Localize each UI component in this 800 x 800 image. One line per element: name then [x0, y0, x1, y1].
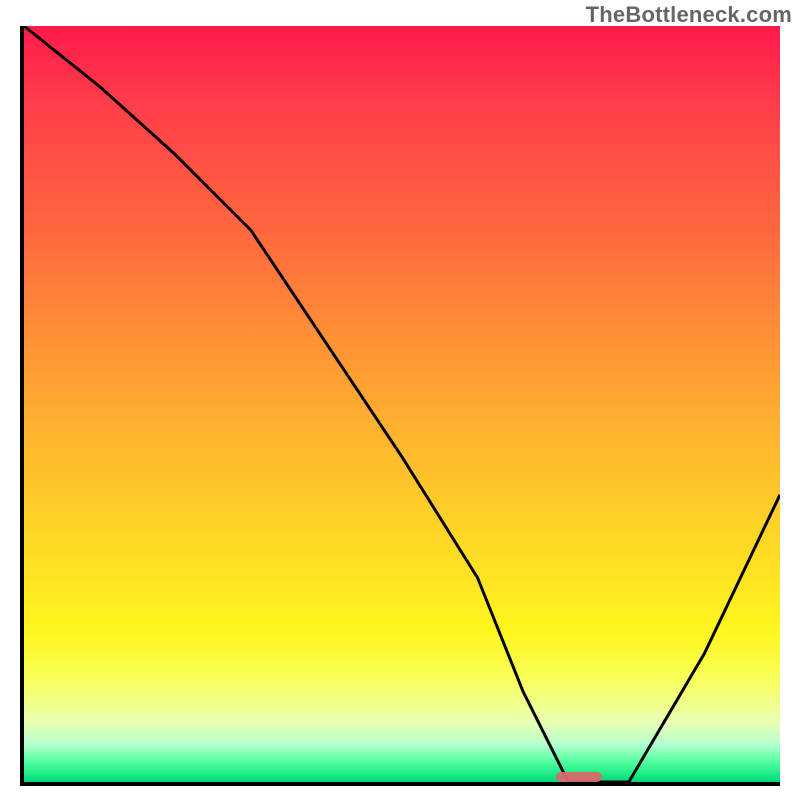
bottleneck-curve [24, 26, 780, 782]
optimal-marker [556, 772, 602, 782]
watermark-text: TheBottleneck.com [586, 2, 792, 28]
chart-container: TheBottleneck.com [0, 0, 800, 800]
curve-path [24, 26, 780, 782]
plot-area [20, 26, 780, 786]
